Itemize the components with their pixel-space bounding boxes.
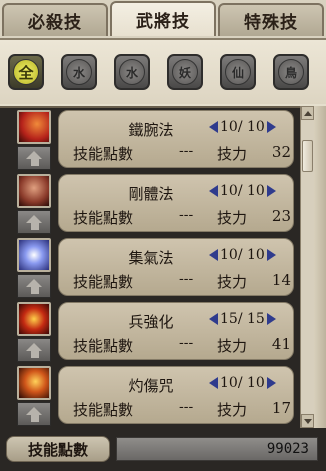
skill-level-value: 15/ 15 (220, 311, 265, 327)
skill-icon-burn-curse (17, 366, 51, 400)
skill-points-label: 技能點數 (73, 209, 134, 227)
skill-points-value: --- (179, 207, 194, 223)
scroll-down-icon (303, 418, 312, 424)
filter-row: 全 水 水 妖 仙 鳥 (0, 38, 326, 104)
filter-all-icon: 全 (13, 59, 39, 85)
skill-points-value: --- (179, 271, 194, 287)
filter-all-button[interactable]: 全 (8, 54, 44, 90)
upgrade-button[interactable] (17, 146, 51, 170)
skill-power-label: 技力 (217, 337, 248, 355)
level-decrease-icon[interactable] (209, 121, 218, 133)
skill-power-value: 14 (271, 271, 291, 289)
skill-points-value: --- (179, 399, 194, 415)
upgrade-button[interactable] (17, 338, 51, 362)
skill-level-value: 10/ 10 (220, 247, 265, 263)
scroll-up-icon (303, 110, 312, 116)
up-arrow-icon (26, 407, 42, 415)
skill-row: 剛體法 10/ 10 技能點數 --- 技力 23 (6, 174, 300, 236)
skill-window: 必殺技 武將技 特殊技 全 水 水 妖 仙 鳥 鐵腕法 10/ 10 技能點數 … (0, 0, 326, 471)
skill-row: 鐵腕法 10/ 10 技能點數 --- 技力 32 (6, 110, 300, 172)
filter-bird-button[interactable]: 鳥 (273, 54, 309, 90)
scroll-thumb[interactable] (302, 140, 313, 172)
skill-name: 集氣法 (128, 249, 174, 267)
skill-level-value: 10/ 10 (220, 119, 265, 135)
scroll-down-button[interactable] (301, 414, 314, 428)
skill-card[interactable]: 灼傷咒 10/ 10 技能點數 --- 技力 17 (58, 366, 294, 424)
up-arrow-icon (26, 279, 42, 287)
skill-points-value: --- (179, 335, 194, 351)
total-points-label: 技能點數 (6, 436, 110, 462)
skill-power-value: 32 (271, 143, 291, 161)
upgrade-button[interactable] (17, 274, 51, 298)
level-decrease-icon[interactable] (209, 377, 218, 389)
skill-icon-troop-boost (17, 302, 51, 336)
skill-icon-iron-body (17, 174, 51, 208)
total-points-value: 99023 (116, 437, 318, 461)
skill-row: 兵強化 15/ 15 技能點數 --- 技力 41 (6, 302, 300, 364)
level-decrease-icon[interactable] (209, 185, 218, 197)
skill-name: 剛體法 (128, 185, 174, 203)
skill-points-label: 技能點數 (73, 145, 134, 163)
skill-level-value: 10/ 10 (220, 183, 265, 199)
skill-power-label: 技力 (217, 401, 248, 419)
scroll-up-button[interactable] (301, 106, 314, 120)
filter-immortal-icon: 仙 (225, 59, 251, 85)
skill-points-label: 技能點數 (73, 401, 134, 419)
skill-level: 10/ 10 (209, 375, 276, 391)
skill-power-label: 技力 (217, 273, 248, 291)
skill-card[interactable]: 剛體法 10/ 10 技能點數 --- 技力 23 (58, 174, 294, 232)
up-arrow-icon (26, 343, 42, 351)
filter-demon-button[interactable]: 妖 (167, 54, 203, 90)
level-increase-icon[interactable] (266, 249, 276, 261)
level-increase-icon[interactable] (266, 313, 276, 325)
level-decrease-icon[interactable] (209, 313, 218, 325)
filter-demon-icon: 妖 (172, 59, 198, 85)
level-increase-icon[interactable] (266, 121, 276, 133)
skill-power-value: 23 (271, 207, 291, 225)
skill-icon-gather-qi (17, 238, 51, 272)
upgrade-button[interactable] (17, 210, 51, 234)
skill-card[interactable]: 鐵腕法 10/ 10 技能點數 --- 技力 32 (58, 110, 294, 168)
skill-level: 15/ 15 (209, 311, 276, 327)
filter-water-icon: 水 (66, 59, 92, 85)
tab-bar: 必殺技 武將技 特殊技 (0, 0, 326, 38)
tab-general-skill[interactable]: 武將技 (110, 1, 216, 36)
skill-points-label: 技能點數 (73, 273, 134, 291)
skill-points-label: 技能點數 (73, 337, 134, 355)
skill-card[interactable]: 集氣法 10/ 10 技能點數 --- 技力 14 (58, 238, 294, 296)
skill-card[interactable]: 兵強化 15/ 15 技能點數 --- 技力 41 (58, 302, 294, 360)
skill-power-value: 17 (271, 399, 291, 417)
skill-power-label: 技力 (217, 209, 248, 227)
level-increase-icon[interactable] (266, 185, 276, 197)
skill-icon-iron-arm (17, 110, 51, 144)
filter-water2-button[interactable]: 水 (114, 54, 150, 90)
filter-immortal-button[interactable]: 仙 (220, 54, 256, 90)
skill-level: 10/ 10 (209, 119, 276, 135)
tab-special-skill[interactable]: 特殊技 (218, 3, 324, 36)
skill-power-label: 技力 (217, 145, 248, 163)
footer-bar: 技能點數 99023 (0, 428, 326, 471)
up-arrow-icon (26, 215, 42, 223)
filter-bird-icon: 鳥 (278, 59, 304, 85)
scrollbar[interactable] (300, 106, 314, 428)
skill-level-value: 10/ 10 (220, 375, 265, 391)
skill-level: 10/ 10 (209, 247, 276, 263)
skill-points-value: --- (179, 143, 194, 159)
skill-name: 兵強化 (128, 313, 174, 331)
up-arrow-icon (26, 151, 42, 159)
skill-name: 灼傷咒 (128, 377, 174, 395)
upgrade-button[interactable] (17, 402, 51, 426)
skill-list: 鐵腕法 10/ 10 技能點數 --- 技力 32 剛體法 10/ 10 技能點… (0, 106, 300, 428)
skill-row: 灼傷咒 10/ 10 技能點數 --- 技力 17 (6, 366, 300, 428)
level-decrease-icon[interactable] (209, 249, 218, 261)
skill-power-value: 41 (271, 335, 291, 353)
skill-row: 集氣法 10/ 10 技能點數 --- 技力 14 (6, 238, 300, 300)
level-increase-icon[interactable] (266, 377, 276, 389)
skill-name: 鐵腕法 (128, 121, 174, 139)
tab-special-attack[interactable]: 必殺技 (2, 3, 108, 36)
skill-level: 10/ 10 (209, 183, 276, 199)
filter-water-button[interactable]: 水 (61, 54, 97, 90)
frame-edge (314, 106, 326, 428)
filter-water2-icon: 水 (119, 59, 145, 85)
